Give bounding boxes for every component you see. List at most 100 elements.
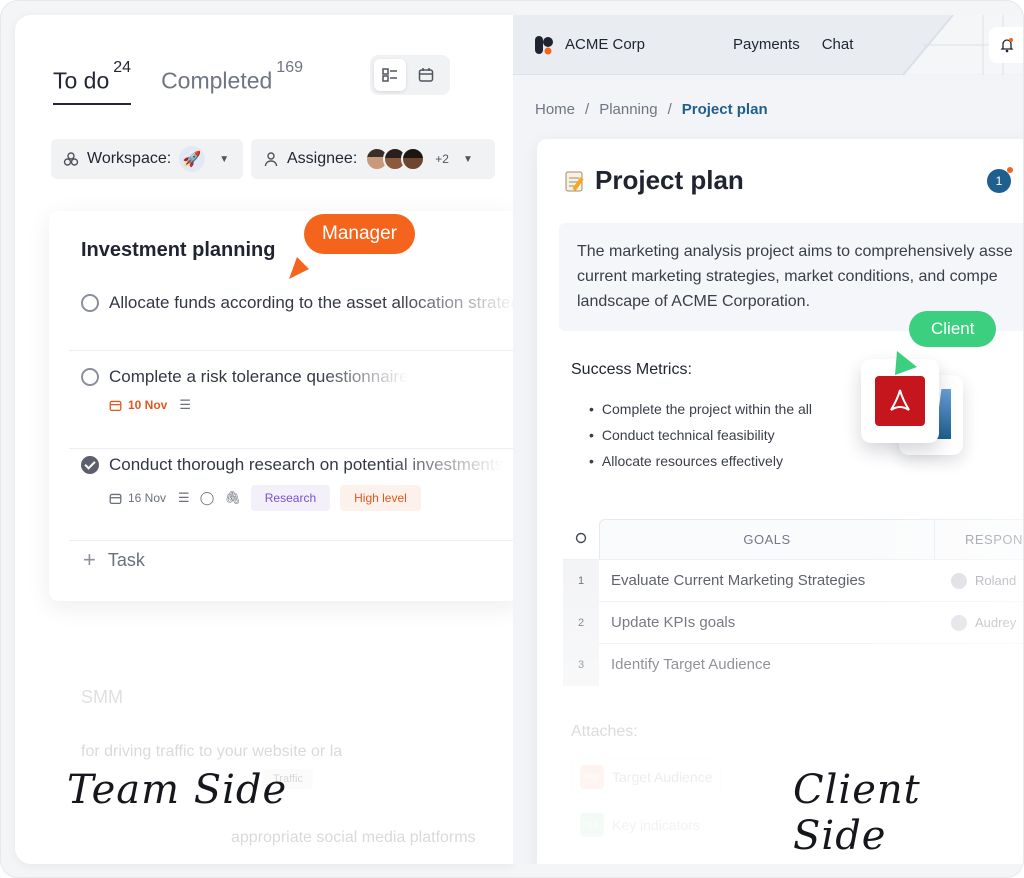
nav-payments[interactable]: Payments [733, 36, 800, 53]
attachment-item[interactable]: PDF Target Audience [571, 759, 721, 795]
goal-cell: Update KPIs goals [611, 614, 736, 631]
assignee-filter[interactable]: Assignee: +2 ▼ [251, 139, 495, 179]
tab-todo-label: To do [53, 67, 110, 94]
goal-cell: Identify Target Audience [611, 656, 771, 673]
goals-table: GOALS RESPON 1 Evaluate Current Marketin… [563, 519, 1023, 686]
bell-icon [1000, 38, 1014, 53]
table-row[interactable]: 1 Evaluate Current Marketing Strategies … [563, 559, 1023, 602]
task-due-date: 16 Nov [109, 491, 166, 505]
metric-item: Conduct technical feasibility [589, 427, 812, 443]
breadcrumb: Home / Planning / Project plan [535, 101, 768, 118]
attaches-heading: Attaches: [571, 723, 638, 740]
breadcrumb-separator: / [667, 101, 672, 118]
assignee-avatars [365, 147, 426, 171]
plus-icon: + [83, 547, 96, 572]
task-title: Allocate funds according to the asset al… [109, 293, 513, 312]
showcase-frame: To do24 Completed169 Workspace: 🚀 ▼ Assi… [0, 0, 1024, 878]
avatar [951, 572, 967, 589]
user-icon [264, 152, 278, 167]
tab-completed[interactable]: Completed169 [161, 59, 303, 103]
description-icon: ☰ [178, 490, 190, 505]
summary-line: current marketing strategies, market con… [577, 268, 998, 285]
assignee-more-count: +2 [435, 152, 449, 166]
task-due-date-text: 10 Nov [128, 398, 168, 412]
responsible-column-header: RESPON [935, 519, 1023, 559]
task-item[interactable]: Conduct thorough research on potential i… [69, 455, 513, 541]
manager-pointer-icon [289, 257, 309, 279]
workspace-filter[interactable]: Workspace: 🚀 ▼ [51, 139, 243, 179]
breadcrumb-home[interactable]: Home [535, 101, 575, 118]
table-select-all[interactable] [563, 532, 599, 547]
team-side-label: Team Side [67, 767, 288, 813]
team-panel: To do24 Completed169 Workspace: 🚀 ▼ Assi… [15, 15, 513, 864]
calendar-icon [109, 400, 122, 411]
row-number: 3 [563, 643, 599, 686]
circle-icon [575, 532, 587, 543]
responsible-name: Audrey [975, 615, 1017, 630]
task-title: Conduct thorough research on potential i… [109, 455, 504, 474]
metrics-list: Complete the project within the all Cond… [589, 401, 812, 479]
faded-task-title: appropriate social media platforms [231, 829, 476, 846]
responsible-name: Roland [975, 573, 1017, 588]
manager-callout: Manager [304, 214, 415, 254]
attachment-name: Key indicators [612, 817, 700, 833]
brand-name: ACME Corp [565, 36, 646, 53]
task-item[interactable]: Allocate funds according to the asset al… [69, 293, 513, 351]
summary-line: The marketing analysis project aims to c… [577, 243, 1013, 260]
rocket-icon: 🚀 [179, 146, 206, 172]
memo-icon [565, 171, 584, 191]
client-panel: ACME Corp Payments Chat Home / Planning / Pr… [513, 15, 1023, 864]
task-tabs: To do24 Completed169 [53, 59, 333, 105]
table-row[interactable]: 3 Identify Target Audience [563, 643, 1023, 686]
table-header: GOALS RESPON [563, 519, 1023, 559]
attachment-icon: 🖇 [224, 490, 241, 505]
nav-chat[interactable]: Chat [822, 36, 854, 53]
avatar [951, 614, 967, 631]
breadcrumb-current: Project plan [681, 101, 768, 118]
tab-todo-count: 24 [113, 59, 132, 76]
task-checkbox-checked[interactable] [81, 456, 99, 474]
task-item[interactable]: Complete a risk tolerance questionnaire … [69, 367, 513, 449]
tab-completed-count: 169 [276, 59, 303, 76]
avatar [401, 147, 426, 171]
assignee-filter-label: Assignee: [287, 150, 358, 167]
row-number: 2 [563, 601, 599, 644]
acme-logo-icon [535, 35, 553, 54]
task-checkbox[interactable] [81, 294, 99, 312]
pdf-file-icon: PDF [580, 765, 604, 789]
list-view-button[interactable] [374, 59, 406, 91]
faded-group-title: SMM [81, 687, 123, 707]
task-due-date-text: 16 Nov [128, 491, 167, 505]
breadcrumb-planning[interactable]: Planning [599, 101, 657, 118]
add-task-button[interactable]: + Task [83, 547, 145, 573]
calendar-icon [109, 493, 122, 504]
page-title: Project plan [563, 165, 744, 196]
calendar-view-button[interactable] [410, 59, 442, 91]
task-due-date: 10 Nov [109, 398, 167, 412]
page-title-text: Project plan [595, 165, 744, 195]
breadcrumb-separator: / [585, 101, 590, 118]
row-number: 1 [563, 559, 599, 602]
metric-item: Complete the project within the all [589, 401, 812, 417]
task-group-title: Investment planning [81, 239, 276, 261]
metrics-heading: Success Metrics: [571, 361, 692, 378]
view-toggle [370, 55, 450, 95]
client-topbar: ACME Corp Payments Chat [513, 15, 1023, 75]
tab-completed-label: Completed [161, 67, 273, 94]
notification-badge[interactable]: 1 [987, 167, 1013, 193]
client-callout: Client [909, 311, 997, 347]
comment-icon: ◯ [199, 490, 215, 505]
calendar-icon [418, 68, 434, 82]
task-title: Complete a risk tolerance questionnaire [109, 367, 409, 386]
description-icon: ☰ [179, 397, 192, 412]
xls-file-icon: XLS [580, 813, 604, 837]
task-checkbox[interactable] [81, 368, 99, 386]
tab-todo[interactable]: To do24 [53, 59, 132, 105]
tag-research[interactable]: Research [250, 485, 331, 511]
attachment-name: Target Audience [612, 769, 713, 785]
tag-high-level[interactable]: High level [340, 485, 421, 511]
acrobat-glyph-icon [890, 389, 910, 411]
attachment-item[interactable]: XLS Key indicators [571, 807, 721, 843]
table-row[interactable]: 2 Update KPIs goals Audrey [563, 601, 1023, 644]
notifications-button[interactable] [989, 27, 1023, 63]
